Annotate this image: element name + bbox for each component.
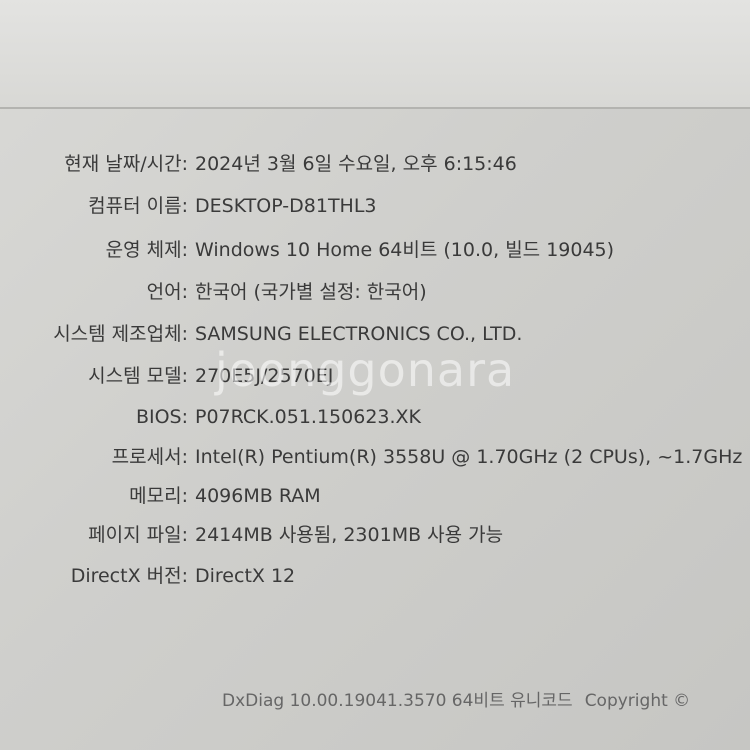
info-row-page-file: 페이지 파일: 2414MB 사용됨, 2301MB 사용 가능 <box>0 520 750 550</box>
page-file-label: 페이지 파일: <box>88 524 188 546</box>
os-value: Windows 10 Home 64비트 (10.0, 빌드 19045) <box>195 239 615 261</box>
processor-label: 프로세서: <box>111 446 188 468</box>
directx-label: DirectX 버전: <box>70 565 188 587</box>
panel-divider <box>0 107 750 109</box>
processor-value: Intel(R) Pentium(R) 3558U @ 1.70GHz (2 C… <box>195 446 743 468</box>
directx-value: DirectX 12 <box>195 565 296 587</box>
info-row-language: 언어: 한국어 (국가별 설정: 한국어) <box>0 277 750 307</box>
info-row-computer-name: 컴퓨터 이름: DESKTOP-D81THL3 <box>0 191 750 221</box>
info-row-processor: 프로세서: Intel(R) Pentium(R) 3558U @ 1.70GH… <box>0 442 750 472</box>
bios-value: P07RCK.051.150623.XK <box>195 406 422 428</box>
info-row-datetime: 현재 날짜/시간: 2024년 3월 6일 수요일, 오후 6:15:46 <box>0 149 750 179</box>
language-value: 한국어 (국가별 설정: 한국어) <box>195 281 427 303</box>
model-label: 시스템 모델: <box>88 365 188 387</box>
bios-label: BIOS: <box>135 406 188 428</box>
top-panel <box>0 0 750 108</box>
language-label: 언어: <box>146 281 188 303</box>
datetime-value: 2024년 3월 6일 수요일, 오후 6:15:46 <box>195 153 517 175</box>
footer: DxDiag 10.00.19041.3570 64비트 유니코드 Copyrig… <box>222 688 690 714</box>
info-row-bios: BIOS: P07RCK.051.150623.XK <box>0 402 750 432</box>
manufacturer-label: 시스템 제조업체: <box>53 323 188 345</box>
memory-label: 메모리: <box>129 485 188 507</box>
memory-value: 4096MB RAM <box>195 485 321 507</box>
os-label: 운영 체제: <box>105 239 188 261</box>
computer-name-value: DESKTOP-D81THL3 <box>195 195 377 217</box>
info-row-os: 운영 체제: Windows 10 Home 64비트 (10.0, 빌드 19… <box>0 235 750 265</box>
page-file-value: 2414MB 사용됨, 2301MB 사용 가능 <box>195 524 504 546</box>
watermark: joonggonara <box>215 343 516 397</box>
info-row-directx: DirectX 버전: DirectX 12 <box>0 561 750 591</box>
info-row-memory: 메모리: 4096MB RAM <box>0 481 750 511</box>
footer-version: DxDiag 10.00.19041.3570 64비트 유니코드 <box>222 691 573 711</box>
computer-name-label: 컴퓨터 이름: <box>88 195 188 217</box>
datetime-label: 현재 날짜/시간: <box>64 153 188 175</box>
footer-copyright: Copyright © <box>584 691 691 711</box>
